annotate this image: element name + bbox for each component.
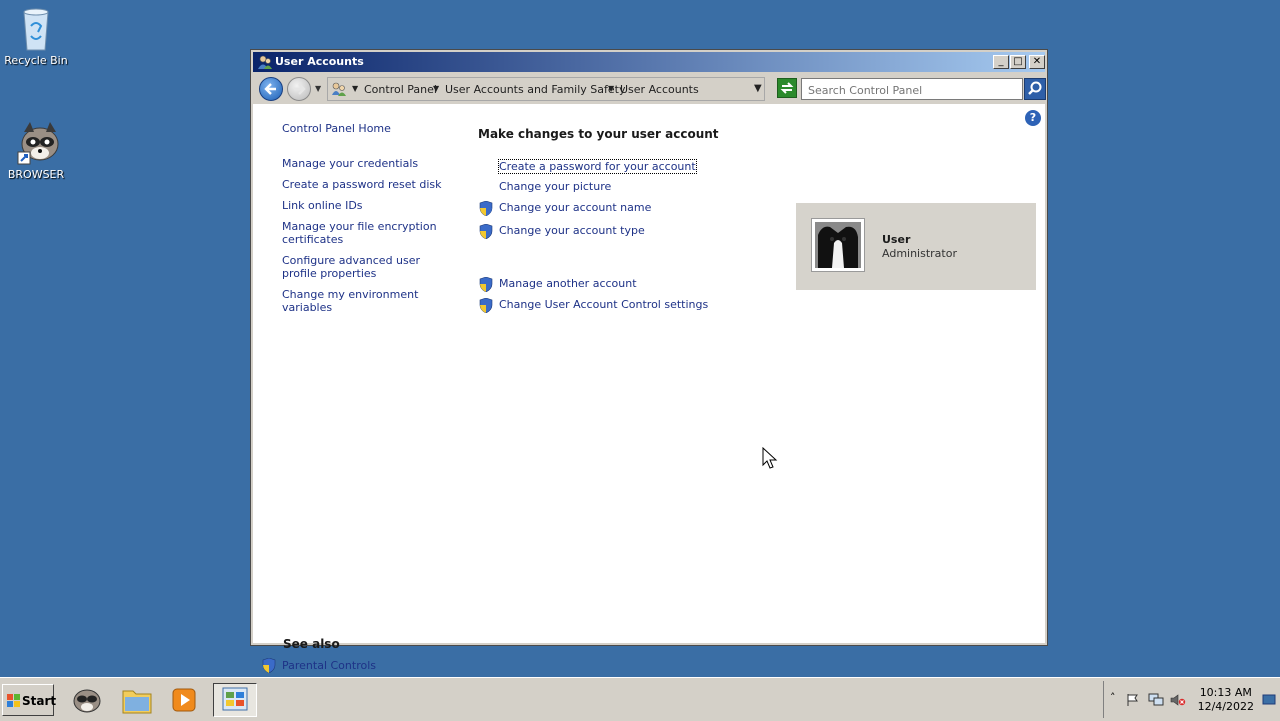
see-also-heading: See also	[283, 637, 340, 651]
breadcrumb-user-accounts-family-safety[interactable]: User Accounts and Family Safety	[445, 83, 625, 96]
breadcrumb-control-panel[interactable]: Control Panel	[364, 83, 437, 96]
maximize-button[interactable]: □	[1010, 55, 1026, 69]
folder-icon	[122, 690, 152, 714]
uac-shield-icon	[479, 224, 493, 239]
desktop-icon-browser[interactable]: BROWSER	[0, 120, 72, 181]
start-button[interactable]: Start	[2, 684, 57, 716]
uac-settings-link[interactable]: Change User Account Control settings	[499, 298, 708, 311]
parental-controls-link[interactable]: Parental Controls	[282, 659, 457, 672]
desktop-icon-recycle-bin[interactable]: Recycle Bin	[0, 6, 72, 67]
user-name: User	[882, 233, 911, 246]
address-dropdown-icon[interactable]: ▼	[754, 83, 762, 94]
search-icon	[1028, 81, 1042, 95]
manage-credentials-link[interactable]: Manage your credentials	[282, 157, 457, 170]
environment-variables-link[interactable]: Change my environment variables	[282, 288, 457, 314]
volume-muted-icon[interactable]	[1170, 693, 1186, 707]
taskbar-control-panel-button[interactable]	[213, 683, 257, 717]
network-icon[interactable]	[1148, 693, 1164, 707]
mouse-cursor-icon	[762, 447, 778, 469]
control-panel-home-link[interactable]: Control Panel Home	[282, 122, 457, 135]
start-label: Start	[22, 694, 57, 708]
recent-pages-dropdown[interactable]: ▼	[315, 84, 321, 93]
create-password-link[interactable]: Create a password for your account	[498, 159, 697, 174]
taskbar-explorer-button[interactable]	[115, 683, 159, 717]
content-pane: ? Control Panel Home Manage your credent…	[253, 104, 1045, 673]
recycle-bin-icon	[16, 6, 56, 51]
taskbar-media-player-button[interactable]	[163, 683, 207, 717]
link-online-ids-link[interactable]: Link online IDs	[282, 199, 457, 212]
refresh-icon	[780, 82, 794, 94]
window-title: User Accounts	[275, 55, 364, 68]
uac-shield-icon	[479, 298, 493, 313]
media-player-icon	[172, 688, 196, 712]
forward-arrow-icon	[294, 83, 306, 95]
clock-time: 10:13 AM	[1199, 686, 1252, 699]
control-panel-icon	[222, 687, 248, 711]
desktop-icon-label: Recycle Bin	[4, 54, 68, 67]
dog-picture-icon	[815, 222, 861, 268]
user-role: Administrator	[882, 247, 957, 260]
navigation-bar: ▼ ▼ Control Panel ▼ User Accounts and Fa…	[253, 74, 1046, 104]
close-button[interactable]: ✕	[1029, 55, 1045, 69]
forward-button[interactable]	[287, 77, 311, 101]
clock-date: 12/4/2022	[1197, 700, 1254, 713]
title-bar[interactable]: User Accounts _ □ ✕	[253, 52, 1045, 72]
user-info-panel: User Administrator	[796, 203, 1036, 290]
search-input[interactable]	[806, 80, 1020, 100]
change-picture-link[interactable]: Change your picture	[499, 180, 611, 193]
change-account-name-link[interactable]: Change your account name	[499, 201, 651, 214]
breadcrumb-separator-icon[interactable]: ▼	[608, 84, 614, 93]
refresh-button[interactable]	[777, 78, 797, 98]
minimize-button[interactable]: _	[993, 55, 1009, 69]
password-reset-disk-link[interactable]: Create a password reset disk	[282, 178, 457, 191]
show-hidden-icons-icon[interactable]: ˄	[1110, 691, 1116, 704]
parental-controls-icon	[262, 658, 276, 673]
taskbar: Start ˄ 10:13 AM 12/4/2022	[0, 677, 1280, 721]
file-encryption-certificates-link[interactable]: Manage your file encryption certificates	[282, 220, 457, 246]
show-desktop-icon[interactable]	[1262, 693, 1276, 707]
manage-another-account-link[interactable]: Manage another account	[499, 277, 637, 290]
raccoon-browser-icon	[16, 120, 59, 165]
change-account-type-link[interactable]: Change your account type	[499, 224, 645, 237]
raccoon-browser-icon	[73, 689, 101, 713]
user-accounts-icon	[257, 54, 273, 70]
uac-shield-icon	[479, 277, 493, 292]
desktop-icon-label: BROWSER	[7, 168, 65, 181]
help-icon[interactable]: ?	[1025, 110, 1041, 126]
back-arrow-icon	[264, 83, 276, 95]
taskbar-browser-button[interactable]	[65, 683, 109, 717]
user-accounts-window: User Accounts _ □ ✕ ▼ ▼ Control Panel ▼ …	[250, 49, 1048, 673]
search-box[interactable]	[801, 78, 1023, 100]
control-panel-icon	[332, 82, 346, 96]
search-button[interactable]	[1024, 78, 1046, 100]
clock[interactable]: 10:13 AM 12/4/2022	[1198, 686, 1254, 714]
address-bar[interactable]: ▼ Control Panel ▼ User Accounts and Fami…	[327, 77, 765, 101]
windows-logo-icon	[7, 694, 20, 707]
uac-shield-icon	[479, 201, 493, 216]
system-tray: ˄ 10:13 AM 12/4/2022	[1103, 681, 1280, 718]
avatar[interactable]	[811, 218, 865, 272]
advanced-user-profile-link[interactable]: Configure advanced user profile properti…	[282, 254, 457, 280]
breadcrumb-separator-icon[interactable]: ▼	[433, 84, 439, 93]
breadcrumb-separator-icon[interactable]: ▼	[352, 84, 358, 93]
action-center-flag-icon[interactable]	[1126, 693, 1140, 707]
back-button[interactable]	[259, 77, 283, 101]
page-heading: Make changes to your user account	[478, 127, 719, 141]
breadcrumb-user-accounts[interactable]: User Accounts	[620, 83, 699, 96]
